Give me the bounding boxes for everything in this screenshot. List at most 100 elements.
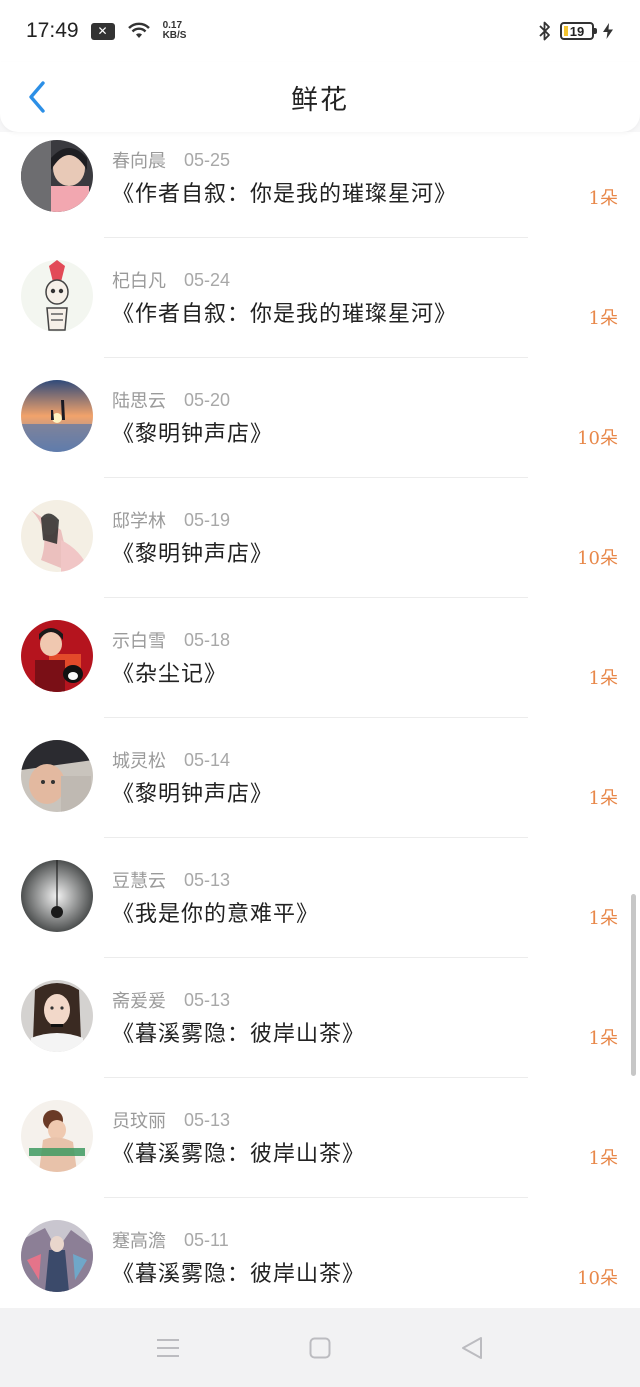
flower-count: 10朵 [577,1268,618,1289]
book-title: 《黎明钟声店》 [112,422,274,447]
sender-name: 示白雪 [112,631,166,652]
gift-date: 05-25 [184,149,231,170]
gift-date: 05-14 [184,749,231,770]
gift-meta: 豆慧云 05-13 [112,868,231,893]
bluetooth-icon [539,21,550,41]
list-item[interactable]: 蹇高澹 05-11 《暮溪雾隐：彼岸山茶》 10朵 [0,1212,640,1308]
row-divider [104,837,528,838]
list-item[interactable]: 邸学林 05-19 《黎明钟声店》 10朵 [0,492,640,612]
status-time: 17:49 [26,19,79,42]
avatar[interactable] [21,980,93,1052]
avatar[interactable] [21,860,93,932]
sender-name: 陆思云 [112,391,166,412]
row-divider [104,597,528,598]
list-item[interactable]: 杞白凡 05-24 《作者自叙：你是我的璀璨星河》 1朵 [0,252,640,372]
network-speed-unit: KB/S [162,30,187,41]
sender-name: 员玟丽 [112,1111,166,1132]
book-title: 《杂尘记》 [112,662,228,687]
menu-button[interactable] [148,1330,188,1366]
flower-count: 1朵 [588,668,618,689]
gift-date: 05-20 [184,389,231,410]
sender-name: 蹇高澹 [112,1231,166,1252]
sender-name: 豆慧云 [112,871,166,892]
gift-date: 05-13 [184,989,231,1010]
flower-count: 1朵 [588,308,618,329]
gift-meta: 斋爰爰 05-13 [112,988,231,1013]
row-divider [104,1077,528,1078]
avatar[interactable] [21,740,93,812]
list-item[interactable]: 员玟丽 05-13 《暮溪雾隐：彼岸山茶》 1朵 [0,1092,640,1212]
sender-name: 杞白凡 [112,271,166,292]
flower-count: 1朵 [588,788,618,809]
row-divider [104,1197,528,1198]
avatar[interactable] [21,260,93,332]
avatar[interactable] [21,1220,93,1292]
book-title: 《黎明钟声店》 [112,542,274,567]
row-divider [104,357,528,358]
gift-date: 05-13 [184,869,231,890]
book-title: 《黎明钟声店》 [112,782,274,807]
battery-icon: 19 [560,22,597,40]
gift-date: 05-18 [184,629,231,650]
sender-name: 春向晨 [112,151,166,172]
header-bar: 鲜花 [0,62,640,132]
system-nav-bar [0,1308,640,1387]
list-item[interactable]: 示白雪 05-18 《杂尘记》 1朵 [0,612,640,732]
sender-name: 城灵松 [112,751,166,772]
scrollbar[interactable] [631,894,636,1076]
flower-count: 1朵 [588,188,618,209]
flower-count: 1朵 [588,1028,618,1049]
charging-bolt-icon [603,23,613,39]
book-title: 《我是你的意难平》 [112,902,320,927]
battery-fill [564,26,568,36]
gift-meta: 陆思云 05-20 [112,388,231,413]
system-back-button[interactable] [452,1330,492,1366]
flower-count: 10朵 [577,548,618,569]
sender-name: 斋爰爰 [112,991,166,1012]
book-title: 《作者自叙：你是我的璀璨星河》 [112,302,458,327]
avatar[interactable] [21,380,93,452]
network-speed: 0.17 KB/S [163,21,187,41]
gift-date: 05-13 [184,1109,231,1130]
avatar[interactable] [21,1100,93,1172]
flower-count: 10朵 [577,428,618,449]
gift-date: 05-11 [184,1229,229,1250]
status-bar-right: 19 [538,20,614,42]
gift-meta: 城灵松 05-14 [112,748,231,773]
flower-count: 1朵 [588,908,618,929]
square-home-icon [309,1337,331,1359]
gift-meta: 杞白凡 05-24 [112,268,231,293]
list-item[interactable]: 斋爰爰 05-13 《暮溪雾隐：彼岸山茶》 1朵 [0,972,640,1092]
gift-list[interactable]: 春向晨 05-25 《作者自叙：你是我的璀璨星河》 1朵 杞白凡 05-24 《… [0,132,640,1308]
book-title: 《暮溪雾隐：彼岸山茶》 [112,1262,366,1287]
list-item[interactable]: 春向晨 05-25 《作者自叙：你是我的璀璨星河》 1朵 [0,132,640,252]
book-title: 《暮溪雾隐：彼岸山茶》 [112,1022,366,1047]
status-bar: 17:49 ✕ 0.17 KB/S 19 [0,0,640,62]
list-item[interactable]: 豆慧云 05-13 《我是你的意难平》 1朵 [0,852,640,972]
book-title: 《作者自叙：你是我的璀璨星河》 [112,182,458,207]
close-box-icon: ✕ [90,22,115,40]
avatar[interactable] [21,500,93,572]
gift-meta: 邸学林 05-19 [112,508,231,533]
gift-meta: 蹇高澹 05-11 [112,1228,229,1253]
battery-level: 19 [569,23,585,39]
gift-meta: 示白雪 05-18 [112,628,231,653]
book-title: 《暮溪雾隐：彼岸山茶》 [112,1142,366,1167]
flower-count: 1朵 [588,1148,618,1169]
avatar[interactable] [21,620,93,692]
menu-icon [157,1339,179,1357]
sender-name: 邸学林 [112,511,166,532]
list-item[interactable]: 城灵松 05-14 《黎明钟声店》 1朵 [0,732,640,852]
home-button[interactable] [300,1330,340,1366]
row-divider [104,477,528,478]
list-item[interactable]: 陆思云 05-20 《黎明钟声店》 10朵 [0,372,640,492]
gift-meta: 员玟丽 05-13 [112,1108,231,1133]
gift-date: 05-19 [184,509,231,530]
gift-date: 05-24 [184,269,231,290]
avatar[interactable] [21,140,93,212]
triangle-back-icon [462,1337,482,1359]
row-divider [104,717,528,718]
gift-meta: 春向晨 05-25 [112,148,231,173]
status-bar-left: 17:49 ✕ 0.17 KB/S [26,19,186,43]
page-title: 鲜花 [291,85,349,116]
